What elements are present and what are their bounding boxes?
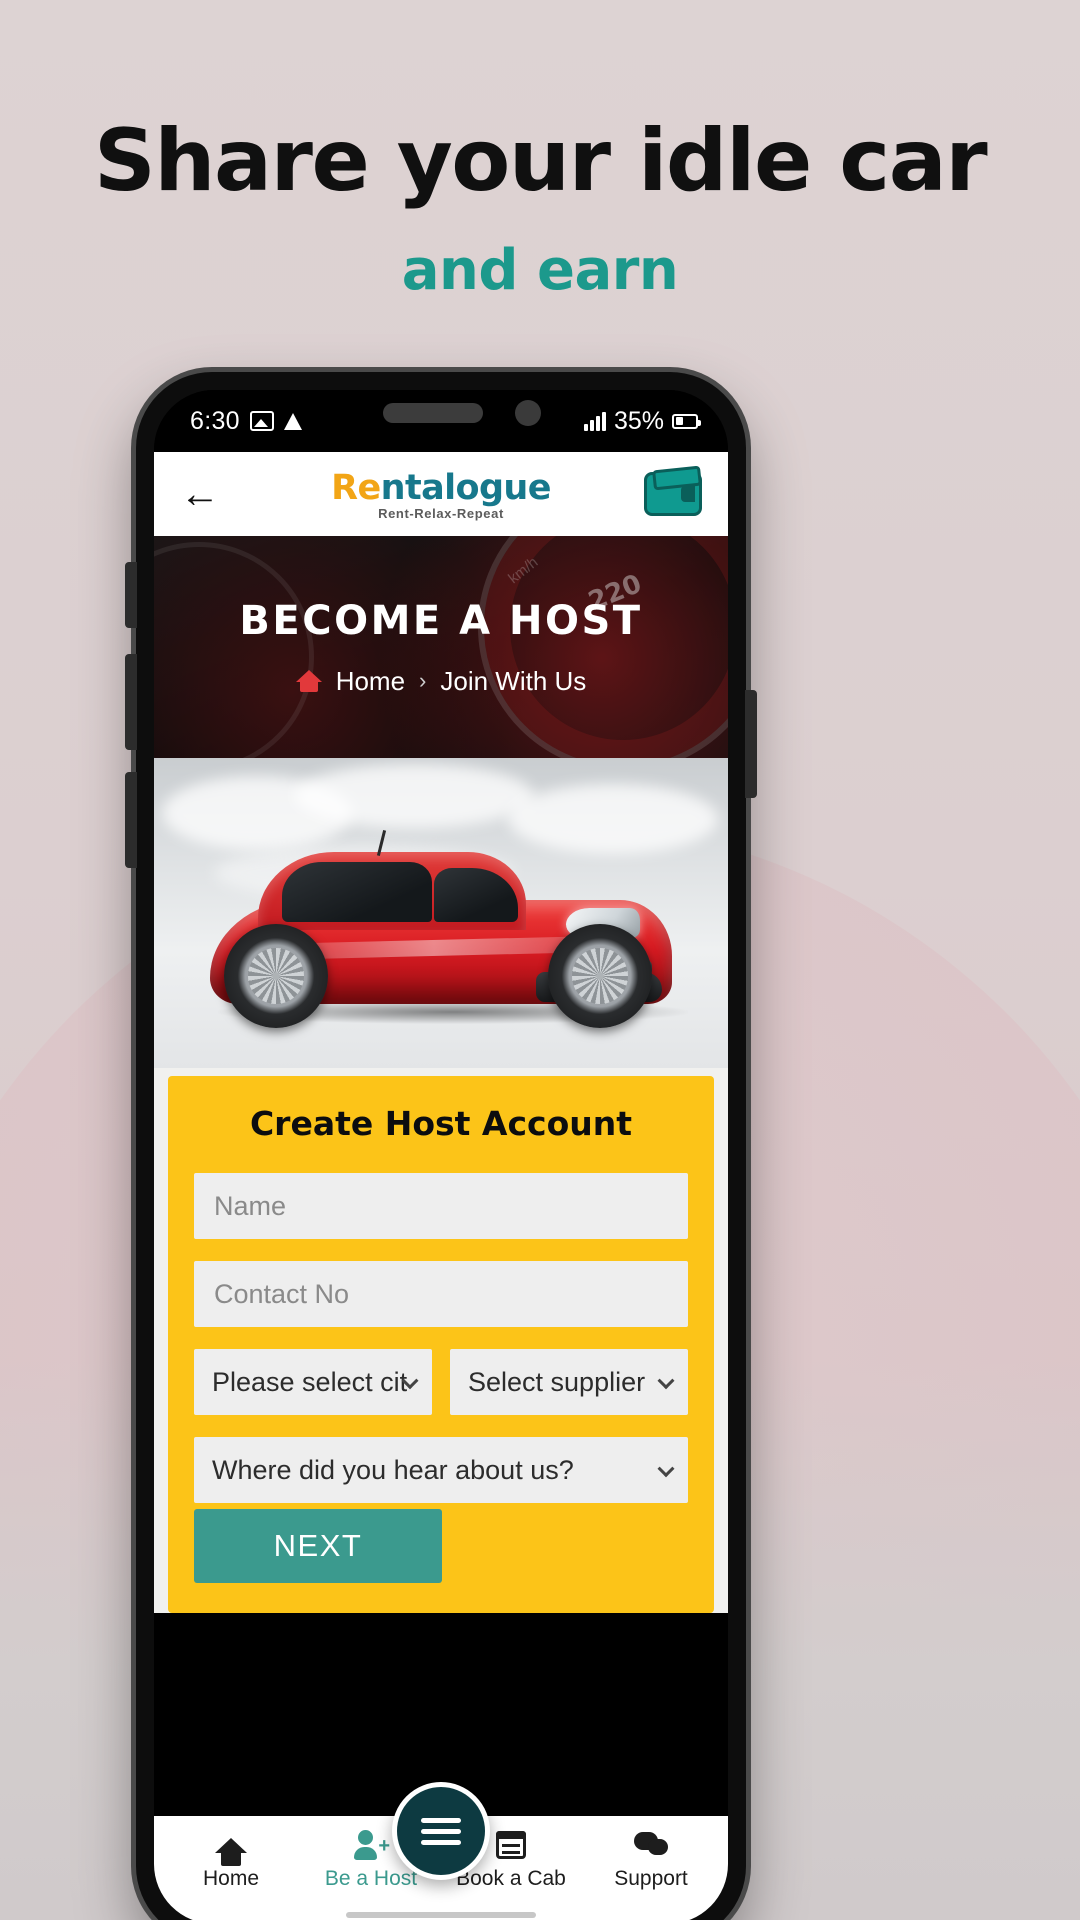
home-icon (176, 1828, 286, 1866)
hero-banner: 220 km/h BECOME A HOST Home › Join With … (154, 536, 728, 758)
chevron-down-icon (657, 1460, 675, 1478)
phone-mockup: 6:30 35% ← Rentalogue Rent-Relax-Repeat (125, 372, 757, 1920)
app-logo[interactable]: Rentalogue Rent-Relax-Repeat (331, 468, 551, 521)
menu-fab-button[interactable] (392, 1782, 490, 1880)
volume-down-button (125, 772, 137, 868)
nav-label-support: Support (614, 1867, 688, 1890)
speedometer-decoration-2 (154, 542, 314, 758)
name-input[interactable] (194, 1173, 688, 1239)
city-select-value: Please select cit (212, 1366, 408, 1397)
hero-car-image (154, 758, 728, 1068)
form-title: Create Host Account (249, 1104, 633, 1143)
menu-icon (421, 1812, 461, 1851)
front-camera (515, 400, 541, 426)
next-button[interactable]: NEXT (194, 1509, 442, 1583)
wallet-icon[interactable] (644, 472, 702, 516)
form-section: Create Host Account Please select cit Se… (154, 1068, 728, 1613)
car-windshield (282, 862, 432, 922)
cloud-decoration (294, 764, 534, 828)
nav-label-home: Home (202, 1867, 260, 1890)
select-row: Please select cit Select supplier (194, 1349, 688, 1415)
chevron-down-icon (657, 1372, 675, 1390)
status-bar: 6:30 35% (154, 390, 728, 452)
create-host-account-card: Create Host Account Please select cit Se… (168, 1076, 714, 1613)
promo-headline-block: Share your idle car and earn (0, 118, 1080, 303)
red-car-illustration (184, 830, 696, 1034)
contact-input[interactable] (194, 1261, 688, 1327)
app-header: ← Rentalogue Rent-Relax-Repeat (154, 452, 728, 536)
car-wheel-front (224, 924, 328, 1028)
status-bar-right: 35% (583, 406, 701, 436)
cast-icon (283, 412, 302, 430)
chevron-right-icon: › (419, 668, 427, 693)
car-wheel-rear (548, 924, 652, 1028)
breadcrumb: Home › Join With Us (295, 665, 587, 697)
power-button (745, 690, 757, 798)
nav-item-home[interactable]: Home (176, 1828, 286, 1891)
chat-icon (596, 1828, 706, 1862)
home-indicator (346, 1912, 536, 1918)
signal-icon (583, 411, 606, 431)
clock-label: 6:30 (190, 406, 240, 435)
hear-about-select-value: Where did you hear about us? (212, 1454, 574, 1485)
battery-percent-label: 35% (613, 406, 664, 435)
page-title: Share your idle car (93, 111, 988, 211)
phone-screen: 6:30 35% ← Rentalogue Rent-Relax-Repeat (154, 390, 728, 1920)
city-select[interactable]: Please select cit (194, 1349, 432, 1415)
back-button[interactable]: ← (180, 474, 236, 514)
supplier-select[interactable]: Select supplier (450, 1349, 688, 1415)
earpiece-speaker (383, 403, 483, 423)
home-icon (295, 670, 322, 692)
breadcrumb-current: Join With Us (440, 665, 587, 696)
hero-title: BECOME A HOST (239, 597, 643, 644)
page-subtitle: and earn (401, 238, 679, 303)
battery-icon (672, 413, 701, 429)
status-bar-left: 6:30 (190, 407, 302, 436)
nav-label-book-a-cab: Book a Cab (456, 1867, 566, 1890)
nav-item-support[interactable]: Support (596, 1828, 706, 1891)
bottom-navigation: Home + Be a Host Book a Cab Support (154, 1782, 728, 1920)
logo-wordmark: Rentalogue (331, 468, 551, 508)
image-icon (249, 411, 274, 431)
supplier-select-value: Select supplier (468, 1366, 646, 1397)
volume-up-button (125, 654, 137, 750)
hear-about-select[interactable]: Where did you hear about us? (194, 1437, 688, 1503)
logo-text-part1: Re (331, 467, 381, 508)
logo-tagline: Rent-Relax-Repeat (378, 505, 504, 521)
logo-text-part2: ntalogue (380, 467, 552, 508)
nav-label-be-a-host: Be a Host (324, 1867, 418, 1890)
breadcrumb-home[interactable]: Home (336, 666, 405, 697)
